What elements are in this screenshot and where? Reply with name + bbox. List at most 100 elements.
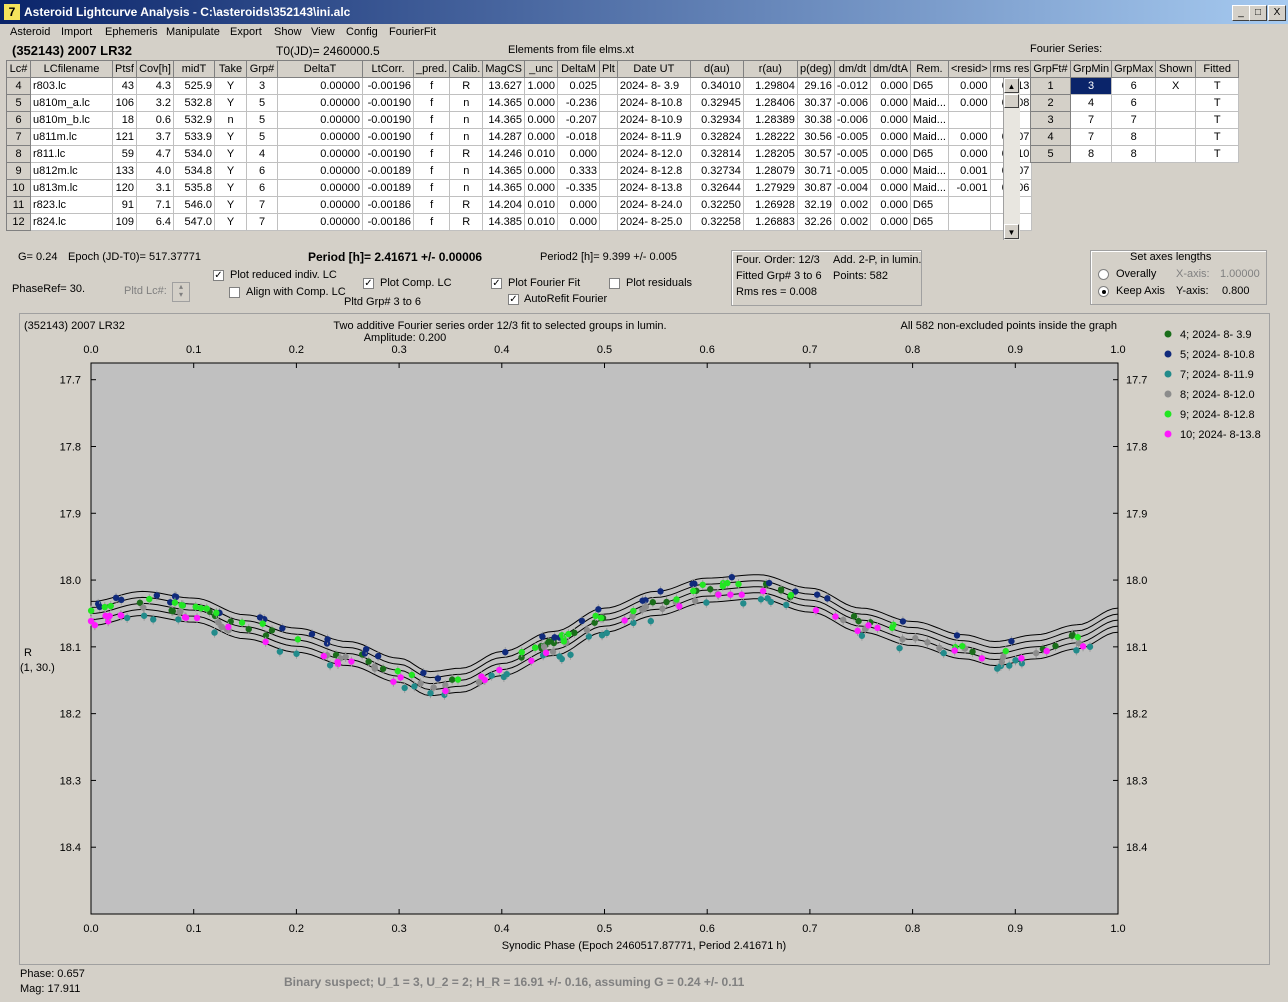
data-point: [1074, 633, 1081, 641]
data-point: [571, 629, 578, 637]
data-point: [727, 591, 734, 598]
mag-readout: Mag: 17.911: [20, 983, 81, 995]
plot-title: Two additive Fourier series order 12/3 f…: [333, 320, 666, 332]
data-point: [740, 600, 747, 607]
data-point: [153, 592, 161, 599]
data-point: [719, 582, 727, 590]
data-point: [362, 645, 370, 653]
data-point: [442, 687, 449, 695]
data-point: [657, 588, 664, 595]
data-point: [738, 591, 745, 598]
data-point: [169, 607, 176, 615]
data-point: [765, 579, 773, 587]
data-point: [673, 596, 680, 603]
data-point: [140, 604, 147, 611]
data-point: [1043, 647, 1050, 655]
data-point: [951, 647, 958, 654]
data-point: [268, 627, 276, 634]
data-point: [259, 620, 266, 627]
lightcurve-plot[interactable]: 0.0 0.0 0.1 0.1 0.2 0.2 0.3 0.3 0.4 0.4 0.5 0.5 0.6 0…: [0, 0, 1288, 1002]
data-point: [172, 593, 180, 601]
data-point: [560, 638, 568, 645]
data-point: [812, 607, 820, 614]
data-point: [840, 616, 847, 624]
data-point: [896, 644, 903, 652]
x-tick-label-top: 0.1: [186, 344, 201, 356]
data-point: [518, 648, 525, 656]
x-tick-label-top: 0.4: [494, 344, 509, 356]
data-point: [320, 652, 328, 660]
data-point: [379, 665, 387, 672]
phase-readout: Phase: 0.657: [20, 968, 85, 980]
data-point: [690, 587, 697, 595]
x-tick-label-top: 0.5: [597, 344, 612, 356]
legend-marker: [1164, 370, 1172, 378]
data-point: [777, 587, 785, 594]
data-point: [408, 671, 416, 679]
data-point: [699, 581, 706, 588]
x-tick-label-top: 1.0: [1110, 344, 1125, 356]
x-axis-label: Synodic Phase (Epoch 2460517.87771, Peri…: [502, 940, 786, 952]
data-point: [496, 666, 503, 674]
y-tick-label-right: 18.2: [1126, 709, 1147, 721]
x-tick-label: 0.4: [494, 923, 509, 935]
data-point: [691, 580, 698, 587]
data-point: [197, 605, 205, 612]
y-tick-label: 17.9: [60, 508, 81, 520]
x-tick-label-top: 0.2: [289, 344, 304, 356]
data-point: [583, 626, 591, 634]
plot-object-label: (352143) 2007 LR32: [24, 320, 125, 332]
data-point: [759, 587, 767, 595]
data-point: [193, 614, 201, 622]
y-tick-label: 18.1: [60, 642, 81, 654]
data-point: [565, 630, 572, 638]
x-tick-label: 0.3: [391, 923, 406, 935]
data-point: [411, 683, 418, 690]
data-point: [567, 651, 574, 658]
data-point: [107, 602, 114, 610]
data-point: [663, 598, 670, 606]
x-tick-label: 0.1: [186, 923, 201, 935]
data-point: [854, 627, 861, 635]
data-point: [924, 639, 931, 646]
x-tick-label: 0.0: [83, 923, 98, 935]
data-point: [1079, 643, 1087, 650]
data-point: [757, 596, 765, 603]
x-tick-label: 0.5: [597, 923, 612, 935]
data-point: [123, 614, 131, 622]
data-point: [1012, 657, 1019, 664]
x-tick-label-top: 0.3: [391, 344, 406, 356]
y-tick-label-right: 18.0: [1126, 575, 1147, 587]
data-point: [150, 616, 157, 623]
data-point: [238, 619, 246, 626]
data-point: [348, 658, 355, 665]
legend-label: 4; 2024- 8- 3.9: [1180, 329, 1252, 341]
data-point: [953, 632, 961, 639]
y-tick-label-right: 17.8: [1126, 441, 1147, 453]
data-point: [858, 632, 866, 639]
data-point: [676, 603, 683, 610]
data-point: [279, 625, 286, 632]
data-point: [782, 601, 790, 609]
x-tick-label-top: 0.8: [905, 344, 920, 356]
legend-marker: [1164, 430, 1172, 438]
data-point: [936, 644, 943, 652]
data-point: [888, 624, 896, 631]
data-point: [503, 671, 511, 678]
data-point: [215, 619, 222, 626]
y-tick-label-right: 18.4: [1126, 842, 1147, 854]
x-tick-label-top: 0.6: [700, 344, 715, 356]
data-point: [308, 630, 316, 638]
data-point: [203, 605, 210, 612]
data-point: [175, 616, 182, 623]
y-tick-label: 18.0: [60, 575, 81, 587]
data-point: [146, 595, 153, 603]
x-tick-label: 0.7: [802, 923, 817, 935]
data-point: [865, 622, 872, 629]
data-point: [824, 595, 831, 602]
data-point: [969, 648, 976, 656]
data-point: [542, 649, 550, 657]
x-tick-label: 0.9: [1008, 923, 1023, 935]
y-tick-label-right: 18.3: [1126, 775, 1147, 787]
data-point: [642, 603, 650, 610]
